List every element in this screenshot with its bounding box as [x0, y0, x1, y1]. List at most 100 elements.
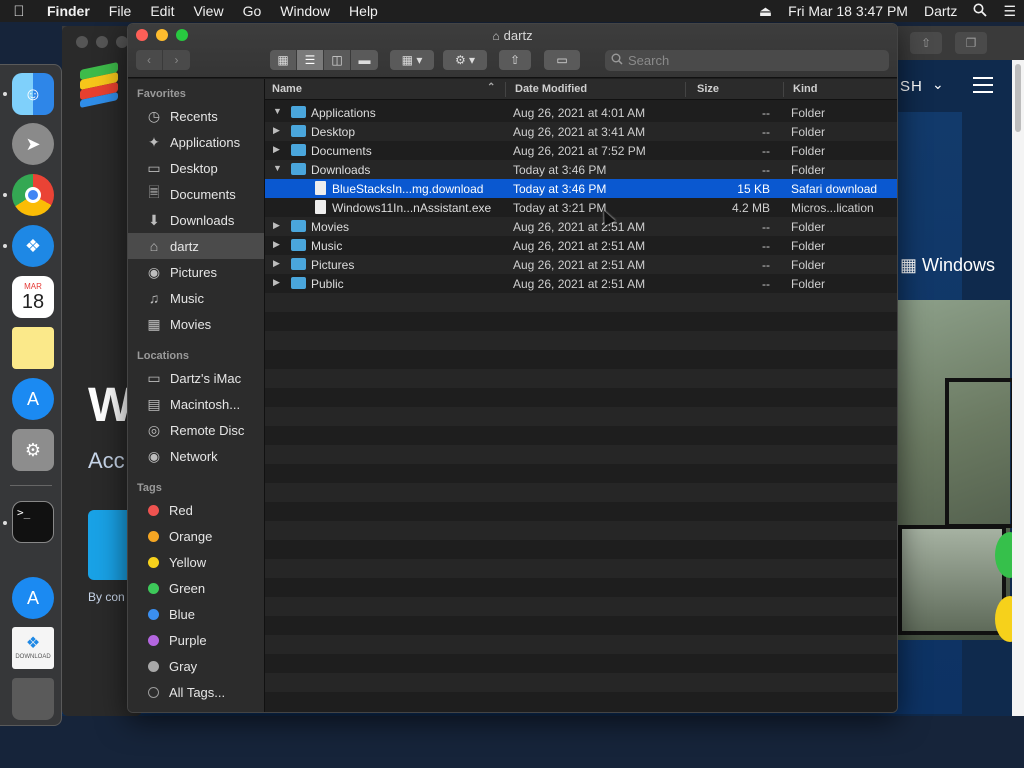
- icon-view-button[interactable]: ▦: [270, 50, 297, 70]
- table-row-selected[interactable]: BlueStacksIn...mg.download Today at 3:46…: [265, 179, 897, 198]
- menu-go[interactable]: Go: [234, 3, 272, 19]
- launchpad-icon[interactable]: ➤: [12, 123, 54, 165]
- menu-view[interactable]: View: [184, 3, 233, 19]
- sidebar-header-tags: Tags: [137, 482, 162, 494]
- menu-edit[interactable]: Edit: [141, 3, 184, 19]
- back-button[interactable]: ‹: [136, 50, 163, 70]
- chrome-icon[interactable]: [12, 174, 54, 216]
- notes-icon[interactable]: [12, 327, 54, 369]
- disclosure-closed-icon[interactable]: ▶: [273, 277, 280, 288]
- sidebar-item-documents[interactable]: 🗏 Documents: [128, 181, 264, 207]
- sidebar-tag-yellow[interactable]: Yellow: [128, 549, 264, 575]
- file-name: Documents: [311, 144, 372, 158]
- applications-icon: ✦: [148, 133, 160, 150]
- column-header-size[interactable]: Size: [697, 83, 719, 95]
- column-view-button[interactable]: ◫: [324, 50, 351, 70]
- table-row[interactable]: ▶ Documents Aug 26, 2021 at 7:52 PM -- F…: [265, 141, 897, 160]
- sidebar-tag-purple[interactable]: Purple: [128, 627, 264, 653]
- file-size: --: [762, 106, 770, 120]
- sidebar-item-music[interactable]: ♫ Music: [128, 285, 264, 311]
- column-divider[interactable]: [685, 82, 686, 97]
- search-field[interactable]: [605, 50, 889, 71]
- control-list-icon[interactable]: ☰: [995, 3, 1024, 20]
- sidebar-tag-orange[interactable]: Orange: [128, 523, 264, 549]
- sidebar-tag-blue[interactable]: Blue: [128, 601, 264, 627]
- sidebar-item-pictures[interactable]: ◉ Pictures: [128, 259, 264, 285]
- file-size: --: [762, 144, 770, 158]
- disclosure-closed-icon[interactable]: ▶: [273, 258, 280, 269]
- app-store-icon[interactable]: A: [12, 378, 54, 420]
- sidebar-tag-green[interactable]: Green: [128, 575, 264, 601]
- calendar-icon[interactable]: MAR 18: [12, 276, 54, 318]
- sidebar-item-label: Orange: [169, 528, 213, 544]
- user-name[interactable]: Dartz: [916, 3, 965, 19]
- sidebar-item-movies[interactable]: ▦ Movies: [128, 311, 264, 337]
- disclosure-closed-icon[interactable]: ▶: [273, 239, 280, 250]
- sidebar-item-applications[interactable]: ✦ Applications: [128, 129, 264, 155]
- menu-file[interactable]: File: [100, 3, 142, 19]
- column-divider[interactable]: [505, 82, 506, 97]
- table-row[interactable]: ▶ Movies Aug 26, 2021 at 2:51 AM -- Fold…: [265, 217, 897, 236]
- sidebar-item-label: Network: [170, 448, 218, 464]
- empty-row: [265, 426, 897, 445]
- system-preferences-icon[interactable]: ⚙: [12, 429, 54, 471]
- tag-button[interactable]: ▭: [544, 50, 580, 70]
- table-row[interactable]: ▼ Applications Aug 26, 2021 at 4:01 AM -…: [265, 103, 897, 122]
- sidebar-item-dartz[interactable]: ⌂ dartz: [128, 233, 264, 259]
- terminal-icon[interactable]: >_: [12, 501, 54, 543]
- view-mode-control: ▦ ☰ ◫ ▬: [270, 50, 378, 70]
- table-row[interactable]: ▼ Downloads Today at 3:46 PM -- Folder: [265, 160, 897, 179]
- downloads-stack-icon[interactable]: ❖ DOWNLOAD: [12, 627, 54, 669]
- menu-window[interactable]: Window: [271, 3, 340, 19]
- share-icon: ⇧: [910, 32, 942, 54]
- gallery-view-button[interactable]: ▬: [351, 50, 378, 70]
- clock-text[interactable]: Fri Mar 18 3:47 PM: [780, 3, 916, 19]
- disclosure-closed-icon[interactable]: ▶: [273, 125, 280, 136]
- column-header-date[interactable]: Date Modified: [515, 83, 587, 95]
- sidebar-item-desktop[interactable]: ▭ Desktop: [128, 155, 264, 181]
- file-name: Downloads: [311, 163, 371, 177]
- menu-app-name[interactable]: Finder: [38, 3, 100, 19]
- safari-icon[interactable]: ❖: [12, 225, 54, 267]
- sidebar-item-downloads[interactable]: ⬇ Downloads: [128, 207, 264, 233]
- sidebar-item-macintosh-hd[interactable]: ▤ Macintosh...: [128, 391, 264, 417]
- table-row[interactable]: Windows11In...nAssistant.exe Today at 3:…: [265, 198, 897, 217]
- finder-icon[interactable]: ☺: [12, 73, 54, 115]
- empty-row: [265, 445, 897, 464]
- menu-help[interactable]: Help: [340, 3, 388, 19]
- table-row[interactable]: ▶ Pictures Aug 26, 2021 at 2:51 AM -- Fo…: [265, 255, 897, 274]
- trash-icon[interactable]: [12, 678, 54, 720]
- apple-icon[interactable]: : [0, 3, 38, 20]
- spotlight-icon[interactable]: [965, 3, 995, 20]
- sidebar-tag-gray[interactable]: Gray: [128, 653, 264, 679]
- empty-row: [265, 388, 897, 407]
- group-button[interactable]: ▦ ▾: [390, 50, 434, 70]
- sidebar-item-label: Green: [169, 580, 206, 596]
- table-row[interactable]: ▶ Public Aug 26, 2021 at 2:51 AM -- Fold…: [265, 274, 897, 293]
- disclosure-open-icon[interactable]: ▼: [273, 106, 282, 116]
- disclosure-closed-icon[interactable]: ▶: [273, 144, 280, 155]
- sidebar-item-remote-disc[interactable]: ◎ Remote Disc: [128, 417, 264, 443]
- eject-icon[interactable]: ⏏: [751, 3, 780, 20]
- file-size: --: [762, 277, 770, 291]
- sidebar-item-imac[interactable]: ▭ Dartz's iMac: [128, 365, 264, 391]
- sidebar-tag-red[interactable]: Red: [128, 497, 264, 523]
- app-store-download-icon[interactable]: A: [12, 577, 54, 619]
- sidebar-item-recents[interactable]: ◷ Recents: [128, 103, 264, 129]
- column-divider[interactable]: [783, 82, 784, 97]
- column-header-name[interactable]: Name: [272, 83, 302, 95]
- share-button[interactable]: ⇧: [499, 50, 531, 70]
- disclosure-closed-icon[interactable]: ▶: [273, 220, 280, 231]
- disclosure-open-icon[interactable]: ▼: [273, 163, 282, 173]
- table-row[interactable]: ▶ Desktop Aug 26, 2021 at 3:41 AM -- Fol…: [265, 122, 897, 141]
- table-row[interactable]: ▶ Music Aug 26, 2021 at 2:51 AM -- Folde…: [265, 236, 897, 255]
- action-gear-button[interactable]: ⚙ ▾: [443, 50, 487, 70]
- tabs-icon: ❐: [955, 32, 987, 54]
- file-name: Applications: [311, 106, 376, 120]
- forward-button[interactable]: ›: [163, 50, 190, 70]
- sidebar-tag-all[interactable]: All Tags...: [128, 679, 264, 705]
- list-view-button[interactable]: ☰: [297, 50, 324, 70]
- sidebar-item-network[interactable]: ◉ Network: [128, 443, 264, 469]
- search-input[interactable]: [628, 53, 868, 68]
- column-header-kind[interactable]: Kind: [793, 83, 817, 95]
